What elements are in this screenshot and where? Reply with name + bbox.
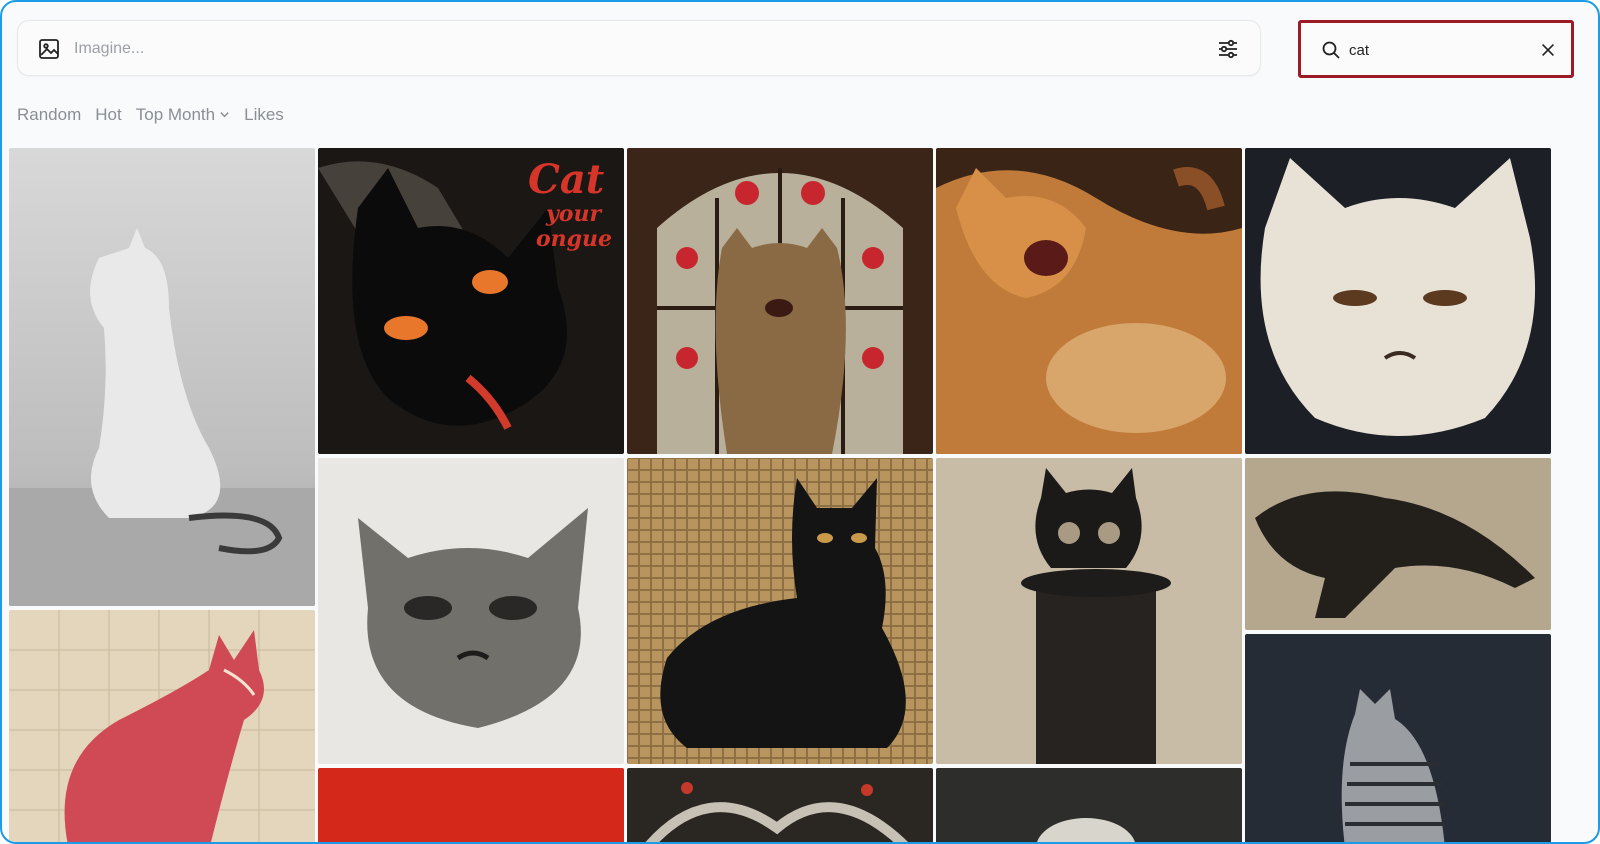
gallery-image-yawning-orange-cat[interactable] [936, 148, 1242, 454]
chevron-down-icon [219, 105, 230, 125]
tab-label: Random [17, 105, 82, 124]
gallery-image-cat-your-tongue-poster[interactable]: Cat your ongue [318, 148, 624, 454]
gallery-image-white-cat-sculpture[interactable] [9, 148, 315, 606]
gallery-image-charcoal-cat-sketch[interactable] [318, 458, 624, 764]
app-frame: Random Hot Top Month Likes [0, 0, 1600, 844]
gallery-image-grumpy-white-cat-painting[interactable] [1245, 148, 1551, 454]
poster-text-line-2: your [545, 201, 602, 227]
tab-label: Top Month [135, 105, 216, 124]
gallery-image-red-abstract[interactable] [318, 768, 624, 842]
search-box [1298, 20, 1574, 78]
search-input[interactable] [1349, 37, 1529, 63]
gallery-image-mosaic-pattern[interactable] [627, 768, 933, 842]
tab-hot[interactable]: Hot [95, 105, 121, 125]
prompt-input[interactable] [74, 35, 1194, 63]
gallery-image-stained-glass-cat[interactable] [627, 148, 933, 454]
tab-top-month[interactable]: Top Month [136, 105, 230, 125]
image-gallery: Cat your ongue [9, 148, 1587, 842]
gallery-image-mosaic-black-cat[interactable] [627, 458, 933, 764]
tab-label: Hot [95, 105, 122, 124]
search-icon [1321, 40, 1341, 60]
close-icon[interactable] [1537, 39, 1559, 61]
image-icon [37, 37, 61, 61]
tab-label: Likes [244, 105, 284, 124]
filter-tabs: Random Hot Top Month Likes [17, 105, 284, 125]
tab-random[interactable]: Random [17, 105, 81, 125]
prompt-bar [17, 20, 1261, 76]
gallery-image-black-cat-on-pillar[interactable] [936, 458, 1242, 764]
poster-text-line-3: ongue [536, 226, 612, 252]
sliders-icon[interactable] [1214, 35, 1242, 63]
gallery-image-prowling-cat-painting[interactable] [1245, 458, 1551, 630]
gallery-image-anatomy-cat[interactable] [9, 610, 315, 842]
gallery-image-white-cat-dark[interactable] [936, 768, 1242, 842]
poster-text-line-1: Cat [528, 156, 605, 203]
gallery-image-striped-cat-dark[interactable] [1245, 634, 1551, 842]
tab-likes[interactable]: Likes [244, 105, 284, 125]
